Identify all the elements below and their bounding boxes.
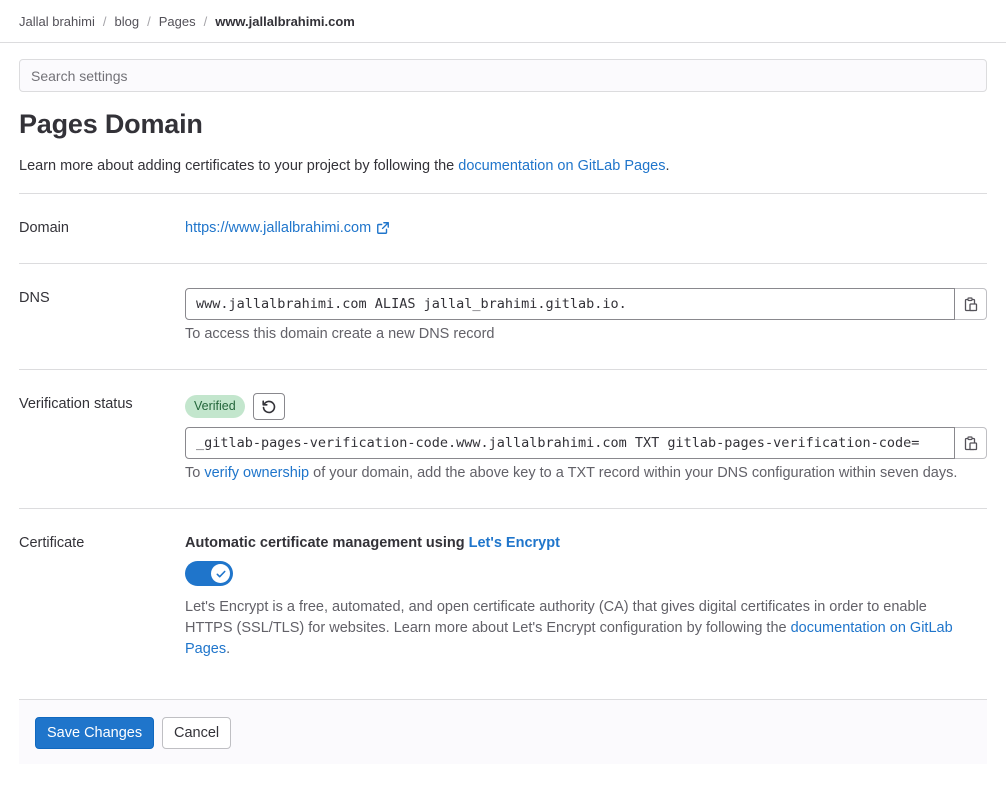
cancel-button[interactable]: Cancel [162, 717, 232, 749]
verification-help-prefix: To [185, 465, 205, 481]
section-divider [19, 369, 987, 370]
page-title: Pages Domain [19, 109, 203, 139]
verification-record-group: _gitlab-pages-verification-code.www.jall… [185, 427, 987, 459]
dns-record-group: www.jallalbrahimi.com ALIAS jallal_brahi… [185, 288, 987, 320]
header-divider [0, 42, 1006, 43]
certificate-help-suffix: . [226, 641, 231, 657]
search-settings-input[interactable] [19, 59, 987, 92]
toggle-knob [211, 564, 230, 583]
domain-url: https://www.jallalbrahimi.com [185, 220, 372, 236]
breadcrumb-item-pages[interactable]: Pages [159, 14, 196, 29]
copy-verification-button[interactable] [955, 427, 987, 459]
certificate-help-text: Let's Encrypt is a free, automated, and … [185, 597, 975, 660]
section-divider [19, 263, 987, 264]
copy-dns-button[interactable] [955, 288, 987, 320]
verification-help-text: To verify ownership of your domain, add … [185, 465, 957, 481]
copy-to-clipboard-icon [964, 435, 977, 450]
dns-label: DNS [19, 290, 50, 306]
section-divider [19, 193, 987, 194]
section-divider [19, 508, 987, 509]
save-changes-button[interactable]: Save Changes [35, 717, 155, 749]
breadcrumb-separator: / [102, 13, 107, 29]
retry-verification-button[interactable] [253, 393, 285, 420]
external-link-icon [377, 222, 390, 234]
copy-to-clipboard-icon [964, 296, 977, 311]
dns-record-field[interactable]: www.jallalbrahimi.com ALIAS jallal_brahi… [185, 288, 955, 320]
form-footer: Save Changes Cancel [19, 699, 987, 764]
check-icon [216, 570, 225, 577]
verification-record-field[interactable]: _gitlab-pages-verification-code.www.jall… [185, 427, 955, 459]
dns-help-text: To access this domain create a new DNS r… [185, 326, 495, 342]
auto-certificate-toggle[interactable] [185, 561, 233, 586]
breadcrumb-item-current[interactable]: www.jallalbrahimi.com [215, 14, 355, 29]
certificate-title: Automatic certificate management using L… [185, 535, 560, 551]
retry-icon [262, 399, 276, 413]
domain-label: Domain [19, 220, 69, 236]
domain-link[interactable]: https://www.jallalbrahimi.com [185, 220, 390, 236]
documentation-link[interactable]: documentation on GitLab Pages [458, 158, 665, 174]
verification-help-suffix: of your domain, add the above key to a T… [309, 465, 958, 481]
breadcrumb: Jallal brahimi / blog / Pages / www.jall… [19, 12, 355, 30]
breadcrumb-item-project[interactable]: blog [115, 14, 140, 29]
breadcrumb-item-user[interactable]: Jallal brahimi [19, 14, 95, 29]
certificate-label: Certificate [19, 535, 85, 551]
lets-encrypt-link[interactable]: Let's Encrypt [469, 535, 560, 551]
intro-suffix: . [665, 158, 670, 174]
verified-badge: Verified [185, 395, 245, 418]
verify-ownership-link[interactable]: verify ownership [204, 465, 309, 481]
intro-text: Learn more about adding certificates to … [19, 158, 459, 174]
certificate-title-text: Automatic certificate management using [185, 535, 469, 551]
breadcrumb-separator: / [203, 13, 208, 29]
page-intro: Learn more about adding certificates to … [19, 158, 669, 174]
verification-status-label: Verification status [19, 396, 133, 412]
breadcrumb-separator: / [147, 13, 151, 29]
